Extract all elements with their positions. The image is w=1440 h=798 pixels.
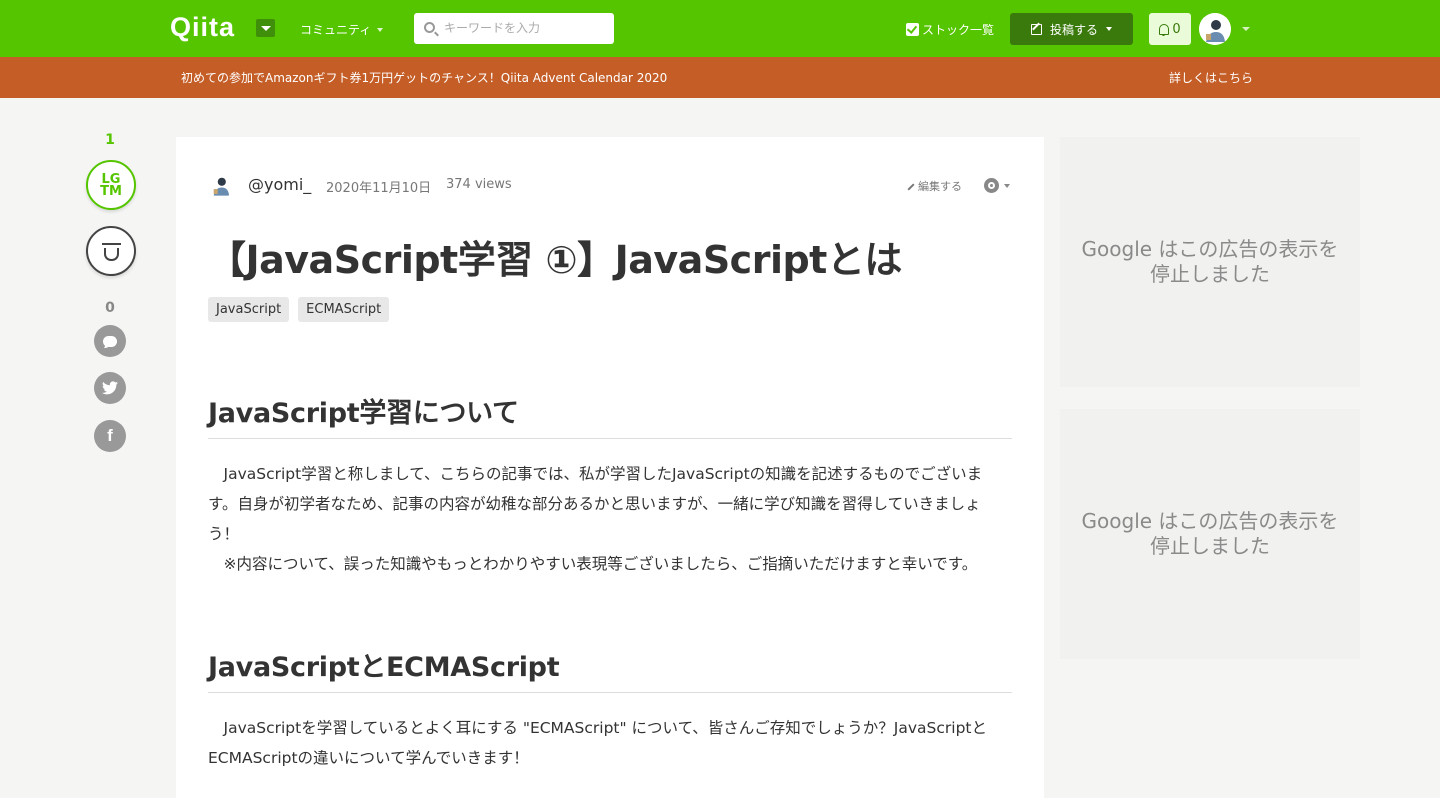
ad-slot: Google はこの広告の表示を 停止しました	[1060, 137, 1360, 387]
ad-message-line1: Google はこの広告の表示を	[1081, 509, 1339, 533]
checkbox-icon	[906, 23, 919, 36]
post-date: 2020年11月10日	[326, 181, 432, 196]
section-heading: JavaScriptとECMAScript	[208, 645, 1012, 693]
promo-banner: 初めての参加でAmazonギフト券1万円ゲットのチャンス！Qiita Adven…	[0, 57, 1440, 98]
ad-message-line1: Google はこの広告の表示を	[1081, 237, 1339, 261]
post-button[interactable]: 投稿する	[1010, 13, 1133, 45]
lgtm-button[interactable]: LG TM	[86, 160, 136, 210]
chevron-down-icon	[1106, 27, 1112, 31]
tag-ecmascript[interactable]: ECMAScript	[298, 297, 390, 322]
lgtm-label-line2: TM	[100, 184, 122, 199]
body-line: JavaScript学習と称しまして、こちらの記事では、私が学習したJavaSc…	[208, 465, 983, 483]
user-menu-chevron-icon[interactable]	[1242, 27, 1250, 31]
search-input[interactable]	[444, 18, 604, 38]
logo-dropdown-icon[interactable]	[256, 19, 275, 37]
article-title: 【JavaScript学習 ①】JavaScriptとは	[208, 238, 902, 282]
stock-button[interactable]	[86, 226, 136, 276]
comment-count: 0	[105, 300, 115, 316]
edit-label: 編集する	[918, 180, 962, 193]
ad-message-line2: 停止しました	[1149, 534, 1270, 558]
author-avatar[interactable]	[208, 172, 234, 198]
view-count: 374 views	[446, 177, 512, 192]
search-box[interactable]	[414, 13, 614, 44]
stock-list-label: ストック一覧	[922, 23, 995, 37]
body-line: う！	[208, 525, 240, 543]
body-line: ECMAScriptの違いについて学んでいきます！	[208, 749, 529, 767]
edit-link[interactable]: 編集する	[907, 178, 962, 194]
notification-count: 0	[1172, 21, 1181, 37]
tag-list: JavaScript ECMAScript	[208, 297, 390, 322]
stock-icon-lid	[102, 243, 121, 245]
section-heading: JavaScript学習について	[208, 391, 1012, 439]
body-line: す。自身が初学者なため、記事の内容が幼稚な部分あるかと思いますが、一緒に学び知識…	[208, 495, 981, 513]
top-navbar: Qiita コミュニティ ストック一覧 投稿する 0	[0, 0, 1440, 57]
section-body: JavaScriptを学習しているとよく耳にする "ECMAScript" につ…	[208, 713, 1018, 773]
banner-details-link[interactable]: 詳しくはこちら	[1169, 69, 1253, 86]
twitter-icon	[102, 381, 118, 395]
ad-slot: Google はこの広告の表示を 停止しました	[1060, 409, 1360, 659]
edit-icon	[1030, 23, 1042, 35]
twitter-share-button[interactable]	[94, 372, 126, 404]
facebook-icon: f	[107, 426, 113, 445]
community-label: コミュニティ	[300, 23, 372, 37]
stock-list-link[interactable]: ストック一覧	[906, 21, 994, 38]
author-name[interactable]: @yomi_	[248, 175, 311, 194]
chevron-down-icon[interactable]	[1004, 184, 1010, 188]
tag-javascript[interactable]: JavaScript	[208, 297, 290, 322]
comment-icon	[103, 335, 117, 347]
facebook-share-button[interactable]: f	[94, 420, 126, 452]
body-line: ※内容について、誤った知識やもっとわかりやすい表現等ございましたら、ご指摘いただ…	[208, 555, 978, 573]
avatar-icon	[208, 172, 234, 198]
ad-message-line2: 停止しました	[1149, 262, 1270, 286]
notifications-button[interactable]: 0	[1149, 13, 1191, 45]
section-body: JavaScript学習と称しまして、こちらの記事では、私が学習したJavaSc…	[208, 459, 1018, 579]
qiita-logo[interactable]: Qiita	[170, 12, 235, 43]
post-button-label: 投稿する	[1049, 22, 1098, 37]
avatar-icon	[1199, 13, 1231, 45]
search-icon	[424, 22, 435, 33]
article-card: @yomi_ 2020年11月10日 374 views 編集する 【JavaS…	[176, 137, 1044, 798]
user-avatar[interactable]	[1199, 13, 1231, 45]
stock-icon	[104, 248, 119, 261]
body-line: JavaScriptを学習しているとよく耳にする "ECMAScript" につ…	[208, 719, 988, 737]
pencil-icon	[907, 183, 915, 191]
comment-button[interactable]	[94, 325, 126, 357]
banner-text[interactable]: 初めての参加でAmazonギフト券1万円ゲットのチャンス！Qiita Adven…	[181, 69, 667, 86]
community-menu[interactable]: コミュニティ	[300, 21, 384, 38]
bell-icon	[1159, 23, 1170, 36]
lgtm-count: 1	[105, 132, 115, 148]
chevron-down-icon	[377, 27, 384, 32]
gear-icon[interactable]	[984, 178, 999, 193]
